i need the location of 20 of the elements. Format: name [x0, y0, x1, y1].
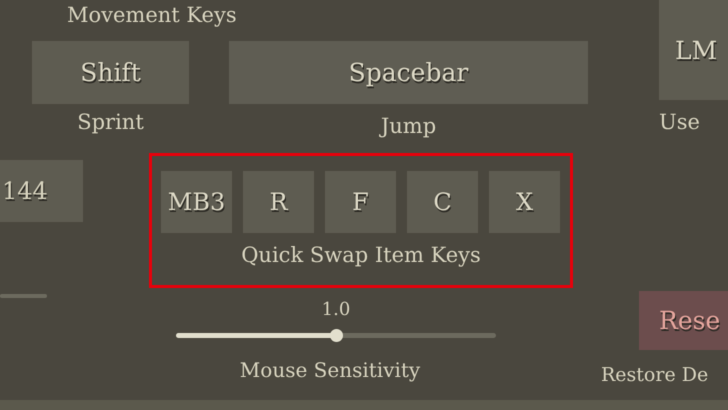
key-binding-button[interactable]: R: [243, 171, 314, 233]
key-binding-button[interactable]: Spacebar: [229, 41, 588, 104]
key-binding-button[interactable]: LM: [659, 0, 728, 100]
key-binding-button[interactable]: F: [325, 171, 396, 233]
action-label: Sprint: [76, 110, 145, 134]
key-binding-button[interactable]: MB3: [161, 171, 232, 233]
action-label: Use: [659, 110, 701, 134]
reset-button[interactable]: Rese: [639, 291, 728, 350]
slider-track[interactable]: [0, 294, 47, 298]
slider-label: Mouse Sensitivity: [238, 358, 422, 382]
key-binding-button[interactable]: C: [407, 171, 478, 233]
slider-handle[interactable]: [330, 329, 343, 342]
slider-value: 1.0: [322, 299, 350, 320]
reset-label: Restore De: [601, 364, 710, 386]
key-binding-button[interactable]: X: [489, 171, 560, 233]
section-label: Quick Swap Item Keys: [240, 243, 482, 267]
action-label: Jump: [378, 114, 438, 138]
value-field[interactable]: 144: [0, 160, 83, 222]
section-title: Movement Keys: [67, 2, 237, 29]
key-binding-button[interactable]: Shift: [32, 41, 189, 104]
